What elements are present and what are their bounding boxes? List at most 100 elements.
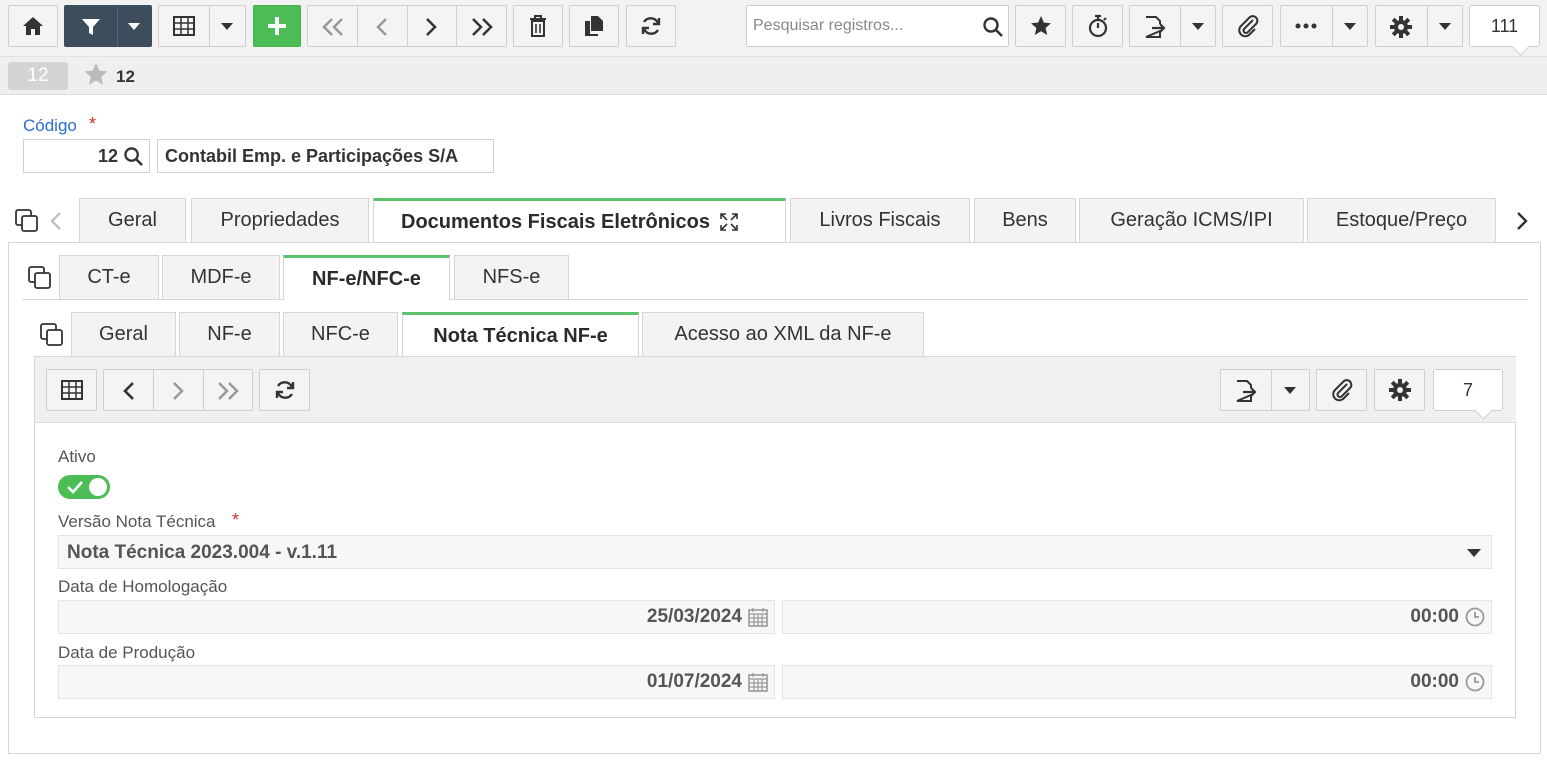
chevron-right-icon[interactable] (1516, 212, 1528, 230)
copy-icon[interactable] (40, 323, 64, 347)
versao-value: Nota Técnica 2023.004 - v.1.11 (67, 542, 338, 563)
more-icon (1295, 23, 1317, 29)
export-icon (1236, 380, 1257, 402)
settings-button[interactable] (1374, 369, 1425, 411)
prev-icon[interactable] (375, 17, 389, 37)
chevron-down-icon[interactable] (1467, 549, 1481, 557)
tab-nfse[interactable]: NFS-e (454, 255, 569, 299)
tab-documentos-fiscais[interactable]: Documentos Fiscais Eletrônicos (373, 198, 786, 243)
export-icon (1145, 16, 1166, 38)
copy-icon[interactable] (15, 209, 39, 233)
chevron-down-icon[interactable] (1284, 387, 1296, 395)
gear-icon (1388, 379, 1411, 401)
export-button[interactable] (1129, 5, 1216, 47)
home-icon (23, 17, 43, 35)
chevron-down-icon[interactable] (1439, 23, 1451, 31)
expand-icon[interactable] (720, 213, 738, 231)
tab-livros-fiscais-label: Livros Fiscais (819, 209, 941, 231)
main-toolbar: 111 (0, 0, 1547, 57)
refresh-button[interactable] (259, 369, 310, 411)
delete-button[interactable] (513, 5, 563, 47)
last-icon[interactable] (470, 17, 494, 37)
prev-icon[interactable] (122, 381, 136, 401)
more-button[interactable] (1280, 5, 1368, 47)
view-mode-button[interactable] (46, 369, 97, 411)
tab-livros-fiscais[interactable]: Livros Fiscais (790, 198, 970, 242)
trash-icon (530, 15, 546, 37)
producao-date-field[interactable]: 01/07/2024 (58, 665, 775, 699)
tab-geral-label: Geral (108, 209, 157, 231)
record-count: 111 (1469, 5, 1540, 47)
filter-icon (82, 19, 100, 35)
next-icon[interactable] (171, 381, 185, 401)
filter-button[interactable] (64, 5, 152, 47)
search-input[interactable] (753, 6, 978, 46)
favorite-button[interactable] (1015, 5, 1066, 47)
chevron-down-icon[interactable] (221, 23, 233, 31)
homologacao-date-value: 25/03/2024 (646, 606, 742, 627)
tab-bens-label: Bens (1002, 209, 1048, 231)
tab-nfce[interactable]: NFC-e (283, 312, 398, 356)
timer-button[interactable] (1072, 5, 1123, 47)
tab-nfe-nfce[interactable]: NF-e/NFC-e (283, 255, 450, 300)
home-button[interactable] (8, 5, 58, 47)
producao-time-field[interactable]: 00:00 (782, 665, 1492, 699)
last-icon[interactable] (216, 381, 240, 401)
chevron-down-icon[interactable] (1192, 23, 1204, 31)
tab-mdfe-label: MDF-e (190, 266, 252, 288)
search-icon[interactable] (983, 17, 1003, 37)
required-mark: * (232, 510, 240, 530)
first-icon[interactable] (321, 17, 345, 37)
tab-cte[interactable]: CT-e (59, 255, 159, 299)
tab-mdfe[interactable]: MDF-e (162, 255, 280, 299)
check-icon (67, 481, 83, 494)
settings-button[interactable] (1375, 5, 1463, 47)
paperclip-icon (1331, 379, 1352, 402)
star-icon[interactable] (83, 62, 109, 87)
record-badge: 12 (8, 62, 68, 90)
tab-nota-tecnica-label: Nota Técnica NF-e (433, 324, 608, 347)
producao-time-value: 00:00 (1410, 671, 1459, 692)
calendar-icon[interactable] (748, 607, 768, 627)
chevron-down-icon[interactable] (128, 23, 140, 31)
refresh-button[interactable] (626, 5, 676, 47)
calendar-icon[interactable] (748, 672, 768, 692)
tab-acesso-xml-label: Acesso ao XML da NF-e (674, 323, 892, 345)
versao-select[interactable]: Nota Técnica 2023.004 - v.1.11 (58, 535, 1492, 569)
refresh-icon (641, 17, 661, 35)
tab-nfe-nfce-label: NF-e/NFC-e (312, 267, 421, 290)
view-mode-button[interactable] (158, 5, 246, 47)
tab-geracao-icms-ipi[interactable]: Geração ICMS/IPI (1079, 198, 1304, 242)
tab-nfe-geral[interactable]: Geral (71, 312, 176, 356)
homologacao-time-field[interactable]: 00:00 (782, 600, 1492, 634)
tab-acesso-xml[interactable]: Acesso ao XML da NF-e (642, 312, 924, 356)
export-button[interactable] (1220, 369, 1310, 411)
doc-tabs-divider (22, 299, 1528, 300)
tab-nota-tecnica[interactable]: Nota Técnica NF-e (402, 312, 639, 357)
copy-icon[interactable] (28, 266, 52, 290)
attachments-button[interactable] (1222, 5, 1273, 47)
tab-bens[interactable]: Bens (974, 198, 1076, 242)
tab-propriedades[interactable]: Propriedades (191, 198, 369, 242)
sub-record-count-value: 7 (1462, 379, 1473, 400)
clock-icon[interactable] (1465, 672, 1485, 692)
search-icon[interactable] (124, 147, 143, 166)
gear-icon (1390, 16, 1412, 38)
tab-nfe[interactable]: NF-e (179, 312, 280, 356)
tab-documentos-fiscais-label: Documentos Fiscais Eletrônicos (401, 210, 710, 233)
chevron-left-icon[interactable] (50, 212, 62, 230)
chevron-down-icon[interactable] (1344, 23, 1356, 31)
homologacao-date-field[interactable]: 25/03/2024 (58, 600, 775, 634)
grid-icon (173, 16, 195, 36)
attachments-button[interactable] (1316, 369, 1367, 411)
codigo-field[interactable]: 12 (23, 139, 150, 173)
tab-estoque-preco[interactable]: Estoque/Preço (1307, 198, 1496, 242)
add-button[interactable] (253, 5, 301, 47)
clock-icon[interactable] (1465, 607, 1485, 627)
tab-geral[interactable]: Geral (79, 198, 186, 242)
search-box[interactable] (746, 5, 1009, 47)
next-icon[interactable] (424, 17, 438, 37)
homologacao-label: Data de Homologação (58, 577, 228, 596)
duplicate-button[interactable] (569, 5, 619, 47)
ativo-toggle[interactable] (58, 475, 110, 499)
